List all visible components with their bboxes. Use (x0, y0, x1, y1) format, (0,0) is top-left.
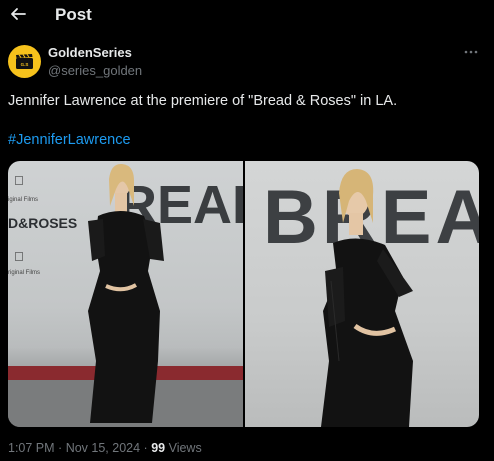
author-name[interactable]: GoldenSeries (48, 45, 132, 60)
hashtag-link[interactable]: #JenniferLawrence (8, 132, 131, 148)
views-label: Views (168, 441, 202, 455)
logo-caption: iginal Films (8, 197, 38, 203)
svg-text::  (14, 249, 24, 264)
post-header: Post (0, 0, 494, 30)
more-options-icon[interactable] (463, 46, 479, 58)
page-title: Post (55, 5, 92, 24)
meta-separator: · (143, 441, 148, 455)
post-time[interactable]: 1:07 PM (8, 441, 55, 455)
tweet-text: Jennifer Lawrence at the premiere of "Br… (8, 93, 398, 109)
clapperboard-icon: G.S (16, 54, 33, 69)
photo-1[interactable]: READ  iginal Films D&ROSES  riginal Fi… (8, 161, 243, 427)
meta-separator: · (58, 441, 63, 455)
post-meta: 1:07 PM · Nov 15, 2024 · 99 Views (8, 441, 202, 455)
views-count: 99 (151, 441, 166, 455)
author-handle[interactable]: @series_golden (48, 63, 142, 78)
logo-caption: riginal Films (8, 270, 40, 276)
svg-text::  (14, 173, 24, 188)
photo-2[interactable]: BREAD (245, 161, 479, 427)
svg-text:G.S: G.S (21, 62, 29, 67)
media-grid: READ  iginal Films D&ROSES  riginal Fi… (8, 161, 479, 427)
backdrop-title: D&ROSES (8, 215, 77, 231)
avatar[interactable]: G.S (8, 45, 41, 78)
back-arrow-icon[interactable] (8, 4, 28, 24)
photo-1-image: READ  iginal Films D&ROSES  riginal Fi… (8, 163, 243, 427)
post-date[interactable]: Nov 15, 2024 (66, 441, 140, 455)
photo-2-image: BREAD (263, 169, 479, 427)
